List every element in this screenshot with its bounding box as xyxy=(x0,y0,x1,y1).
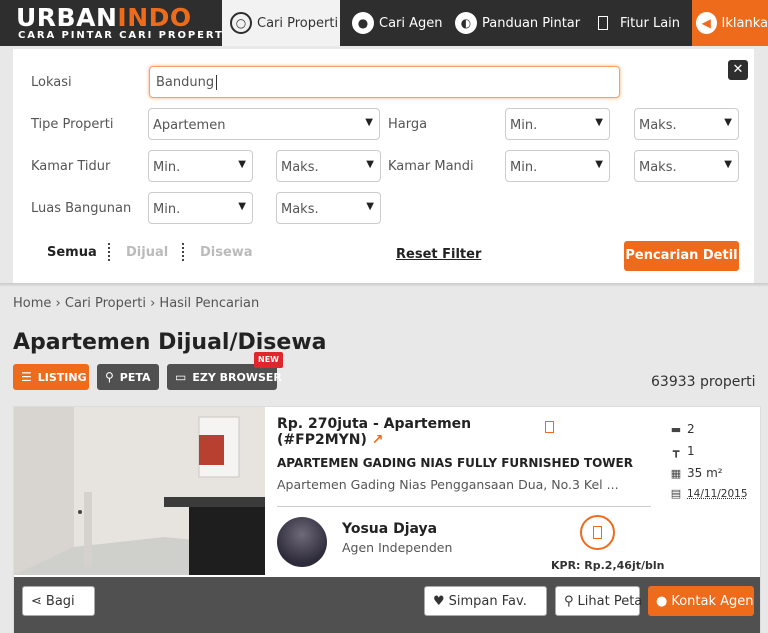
user-icon: ● xyxy=(352,12,374,34)
heart-icon: ♥ xyxy=(433,593,445,609)
search-filter-panel: Lokasi Bandung ✕ Tipe Properti Apartemen… xyxy=(13,49,754,283)
shower-icon: ┳ xyxy=(672,444,680,458)
tab-dijual[interactable]: Dijual xyxy=(126,245,168,260)
lokasi-input[interactable]: Bandung xyxy=(149,66,620,98)
bulb-icon: ◐ xyxy=(455,12,477,34)
share-icon: ⋖ xyxy=(31,593,42,609)
external-link-icon[interactable]: ↗ xyxy=(372,432,384,448)
breadcrumb-cari-properti[interactable]: Cari Properti xyxy=(65,296,146,311)
logo-wordmark: URBANINDO xyxy=(16,3,192,32)
tipe-properti-label: Tipe Properti xyxy=(31,117,114,132)
grid-icon xyxy=(598,16,608,30)
list-icon: ☰ xyxy=(21,370,32,384)
tab-semua[interactable]: Semua xyxy=(47,245,97,260)
house-icon: A xyxy=(76,3,96,32)
listing-title[interactable]: APARTEMEN GADING NIAS FULLY FURNISHED TO… xyxy=(277,456,633,470)
reset-filter-link[interactable]: Reset Filter xyxy=(396,247,481,262)
monitor-icon: ▭ xyxy=(175,370,187,384)
chevron-down-icon: ▼ xyxy=(365,117,373,128)
kamar-mandi-min-select[interactable]: Min. ▼ xyxy=(505,150,610,182)
map-marker-icon: ⚲ xyxy=(564,593,574,609)
listing-address: Apartemen Gading Nias Penggansaan Dua, N… xyxy=(277,477,619,492)
chevron-down-icon: ▼ xyxy=(366,201,374,212)
spec-date: ▤ 14/11/2015 xyxy=(670,487,748,500)
result-count: 63933 properti xyxy=(651,374,756,390)
nav-iklankan[interactable]: ◀ Iklanka xyxy=(692,0,768,46)
harga-max-select[interactable]: Maks. ▼ xyxy=(634,108,739,140)
contact-agent-button[interactable]: ● Kontak Agen xyxy=(648,586,754,616)
view-map-button[interactable]: ⚲ Lihat Peta xyxy=(555,586,642,616)
megaphone-icon: ◀ xyxy=(696,12,717,34)
kamar-mandi-label: Kamar Mandi xyxy=(388,159,474,174)
tab-disewa[interactable]: Disewa xyxy=(200,245,253,260)
tipe-properti-select[interactable]: Apartemen ▼ xyxy=(148,108,380,140)
harga-min-select[interactable]: Min. ▼ xyxy=(505,108,610,140)
nav-fitur-lain[interactable]: Fitur Lain xyxy=(586,0,692,46)
agent-type: Agen Independen xyxy=(342,540,453,555)
kamar-tidur-max-select[interactable]: Maks. ▼ xyxy=(276,150,381,182)
chevron-down-icon: ▼ xyxy=(366,159,374,170)
breadcrumb-home[interactable]: Home xyxy=(13,296,51,311)
property-photo-image xyxy=(14,407,265,575)
property-photo[interactable] xyxy=(14,407,265,575)
chevron-down-icon: ▼ xyxy=(238,201,246,212)
map-marker-icon: ⚲ xyxy=(105,370,114,384)
luas-bangunan-label: Luas Bangunan xyxy=(31,201,132,216)
tab-divider xyxy=(108,243,111,261)
agent-name[interactable]: Yosua Djaya xyxy=(342,521,437,537)
spec-bedrooms: ▬ 2 xyxy=(670,422,695,436)
harga-label: Harga xyxy=(388,117,428,132)
calendar-icon: ▤ xyxy=(670,487,682,500)
top-navigation-bar: URBANINDO CARA PINTAR CARI PROPERTI ○ Ca… xyxy=(0,0,768,46)
close-icon[interactable]: ✕ xyxy=(728,60,748,80)
divider xyxy=(277,506,651,507)
search-icon: ○ xyxy=(230,12,252,34)
chevron-down-icon: ▼ xyxy=(595,159,603,170)
bookmark-icon[interactable] xyxy=(545,421,554,433)
pencarian-detil-button[interactable]: Pencarian Detil xyxy=(624,241,739,271)
nav-cari-agen[interactable]: ● Cari Agen xyxy=(340,0,443,46)
luas-max-select[interactable]: Maks. ▼ xyxy=(276,192,381,224)
user-icon: ● xyxy=(656,593,668,609)
building-icon: ▦ xyxy=(670,466,682,480)
lokasi-label: Lokasi xyxy=(31,75,72,90)
urbanindo-logo[interactable]: URBANINDO CARA PINTAR CARI PROPERTI xyxy=(0,0,227,46)
avatar[interactable] xyxy=(277,517,327,567)
chevron-down-icon: ▼ xyxy=(724,159,732,170)
listing-actions-bar: ⋖ Bagi ♥ Simpan Fav. ⚲ Lihat Peta ● Kontak A… xyxy=(14,577,760,633)
breadcrumb: Home › Cari Properti › Hasil Pencarian xyxy=(13,296,260,311)
nav-panduan-pintar[interactable]: ◐ Panduan Pintar xyxy=(443,0,586,46)
listing-price[interactable]: Rp. 270juta - Apartemen (#FP2MYN) ↗ xyxy=(277,416,471,448)
nav-cari-properti[interactable]: ○ Cari Properti xyxy=(222,0,340,46)
logo-tagline: CARA PINTAR CARI PROPERTI xyxy=(18,30,230,41)
save-favorite-button[interactable]: ♥ Simpan Fav. xyxy=(424,586,547,616)
share-button[interactable]: ⋖ Bagi xyxy=(22,586,95,616)
new-badge: NEW xyxy=(254,352,283,368)
kamar-tidur-label: Kamar Tidur xyxy=(31,159,111,174)
chevron-down-icon: ▼ xyxy=(724,117,732,128)
spec-area: ▦ 35 m² xyxy=(670,466,723,480)
kpr-estimate: KPR: Rp.2,46jt/bln xyxy=(551,559,665,572)
kamar-mandi-max-select[interactable]: Maks. ▼ xyxy=(634,150,739,182)
view-listing-button[interactable]: ☰ LISTING xyxy=(13,364,89,390)
listing-card: Rp. 270juta - Apartemen (#FP2MYN) ↗ APAR… xyxy=(13,406,761,633)
tab-divider xyxy=(182,243,185,261)
breadcrumb-hasil: Hasil Pencarian xyxy=(159,296,260,311)
luas-min-select[interactable]: Min. ▼ xyxy=(148,192,253,224)
chevron-down-icon: ▼ xyxy=(595,117,603,128)
panel-shadow xyxy=(0,283,768,287)
kamar-tidur-min-select[interactable]: Min. ▼ xyxy=(148,150,253,182)
spec-bathrooms: ┳ 1 xyxy=(669,444,695,458)
bed-icon: ▬ xyxy=(670,422,682,436)
kpr-calculator-icon[interactable] xyxy=(580,515,615,550)
view-peta-button[interactable]: ⚲ PETA xyxy=(97,364,159,390)
chevron-down-icon: ▼ xyxy=(238,159,246,170)
